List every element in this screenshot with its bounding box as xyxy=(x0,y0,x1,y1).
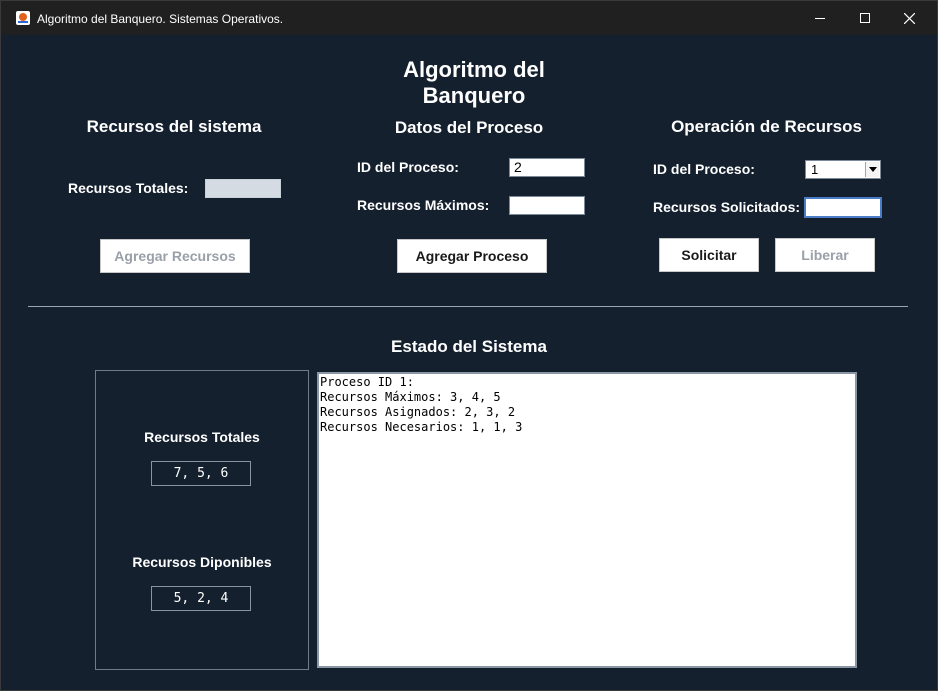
state-available-value: 5, 2, 4 xyxy=(151,586,251,611)
state-total-value: 7, 5, 6 xyxy=(151,461,251,486)
process-data-title: Datos del Proceso xyxy=(394,118,544,137)
app-window: Algoritmo del Banquero. Sistemas Operati… xyxy=(0,0,938,691)
add-resources-button[interactable]: Agregar Recursos xyxy=(100,239,250,273)
operation-process-id-label: ID del Proceso: xyxy=(653,161,755,177)
process-log-textarea[interactable]: Proceso ID 1: Recursos Máximos: 3, 4, 5 … xyxy=(317,372,857,668)
minimize-icon[interactable] xyxy=(797,1,843,35)
maximize-icon[interactable] xyxy=(842,1,888,35)
total-resources-label: Recursos Totales: xyxy=(68,180,189,196)
selected-value: 1 xyxy=(811,162,819,177)
system-state-title: Estado del Sistema xyxy=(391,337,547,356)
process-id-input[interactable]: 2 xyxy=(509,158,585,177)
request-button[interactable]: Solicitar xyxy=(659,238,759,272)
requested-resources-label: Recursos Solicitados: xyxy=(653,199,801,215)
release-button[interactable]: Liberar xyxy=(775,238,875,272)
close-icon[interactable] xyxy=(887,1,933,35)
resources-summary-panel: Recursos Totales 7, 5, 6 Recursos Diponi… xyxy=(95,370,309,670)
log-line: Recursos Máximos: 3, 4, 5 xyxy=(320,390,501,404)
add-process-button[interactable]: Agregar Proceso xyxy=(397,239,547,273)
log-line: Proceso ID 1: xyxy=(320,375,414,389)
max-resources-label: Recursos Máximos: xyxy=(357,197,490,213)
log-line: Recursos Necesarios: 1, 1, 3 xyxy=(320,420,523,434)
title-bar[interactable]: Algoritmo del Banquero. Sistemas Operati… xyxy=(1,1,937,35)
page-title: Algoritmo del Banquero xyxy=(403,57,545,108)
chevron-down-icon[interactable] xyxy=(865,162,879,177)
window-title: Algoritmo del Banquero. Sistemas Operati… xyxy=(37,12,284,26)
total-resources-input[interactable] xyxy=(205,179,281,198)
state-available-label: Recursos Diponibles xyxy=(132,554,272,570)
java-app-icon xyxy=(16,11,30,25)
state-total-label: Recursos Totales xyxy=(144,429,260,445)
log-line: Recursos Asignados: 2, 3, 2 xyxy=(320,405,516,419)
section-divider xyxy=(28,306,908,307)
main-content: Algoritmo del Banquero Recursos del sist… xyxy=(9,35,929,685)
operation-process-id-select[interactable]: 1 xyxy=(805,160,881,179)
system-resources-title: Recursos del sistema xyxy=(86,117,262,136)
requested-resources-input[interactable] xyxy=(804,197,882,218)
max-resources-input[interactable] xyxy=(509,196,585,215)
resource-operation-title: Operación de Recursos xyxy=(671,117,862,136)
process-id-label: ID del Proceso: xyxy=(357,159,459,175)
